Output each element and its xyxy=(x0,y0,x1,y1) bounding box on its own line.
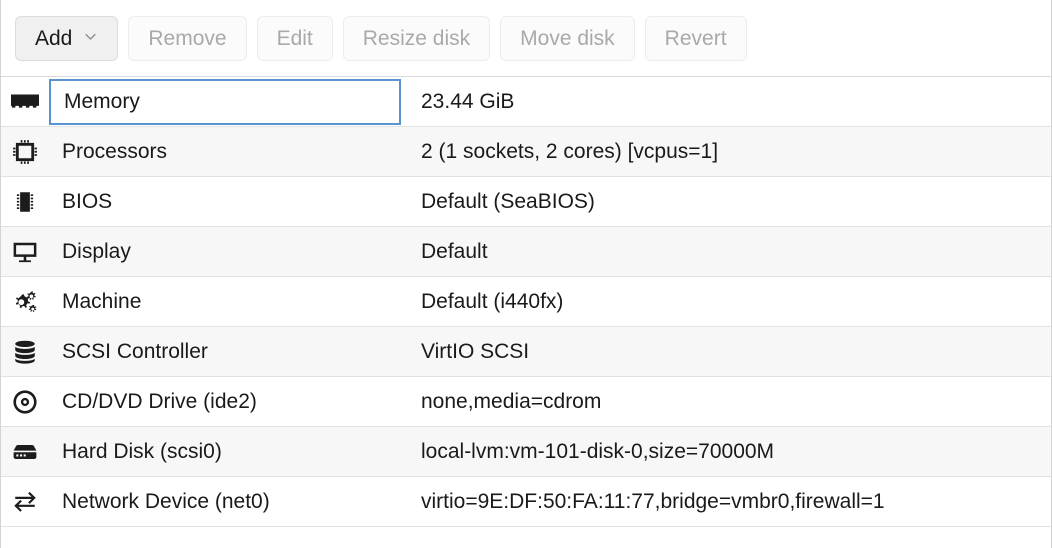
hardware-item-value[interactable]: Default (SeaBIOS) xyxy=(401,177,1051,227)
remove-button: Remove xyxy=(128,16,246,61)
hardware-list: Memory23.44 GiBProcessors2 (1 sockets, 2… xyxy=(1,77,1051,527)
chevron-down-icon xyxy=(83,29,98,44)
hard-disk-icon xyxy=(1,427,49,477)
cd-dvd-disc-icon xyxy=(1,377,49,427)
move-disk-button-label: Move disk xyxy=(520,28,615,49)
table-row[interactable]: DisplayDefault xyxy=(1,227,1051,277)
hardware-item-value[interactable]: Default (i440fx) xyxy=(401,277,1051,327)
hardware-item-value[interactable]: 2 (1 sockets, 2 cores) [vcpus=1] xyxy=(401,127,1051,177)
table-row[interactable]: Network Device (net0)virtio=9E:DF:50:FA:… xyxy=(1,477,1051,527)
hardware-item-label[interactable]: Processors xyxy=(49,127,401,177)
resize-disk-button: Resize disk xyxy=(343,16,490,61)
gears-machine-icon xyxy=(1,277,49,327)
resize-disk-button-label: Resize disk xyxy=(363,28,470,49)
hardware-item-label[interactable]: Hard Disk (scsi0) xyxy=(49,427,401,477)
hardware-item-label[interactable]: Network Device (net0) xyxy=(49,477,401,527)
hardware-item-label[interactable]: SCSI Controller xyxy=(49,327,401,377)
hardware-item-label[interactable]: CD/DVD Drive (ide2) xyxy=(49,377,401,427)
hardware-item-value[interactable]: Default xyxy=(401,227,1051,277)
hardware-item-value[interactable]: VirtIO SCSI xyxy=(401,327,1051,377)
memory-ram-icon xyxy=(1,77,49,127)
add-button-label: Add xyxy=(35,28,72,49)
bios-chip-icon xyxy=(1,177,49,227)
display-monitor-icon xyxy=(1,227,49,277)
hardware-item-value[interactable]: none,media=cdrom xyxy=(401,377,1051,427)
remove-button-label: Remove xyxy=(148,28,226,49)
hardware-toolbar: Add Remove Edit Resize disk Move disk Revert xyxy=(1,0,1051,77)
table-row[interactable]: BIOSDefault (SeaBIOS) xyxy=(1,177,1051,227)
edit-button-label: Edit xyxy=(277,28,313,49)
move-disk-button: Move disk xyxy=(500,16,635,61)
table-row[interactable]: CD/DVD Drive (ide2)none,media=cdrom xyxy=(1,377,1051,427)
cpu-chip-icon xyxy=(1,127,49,177)
table-row[interactable]: Processors2 (1 sockets, 2 cores) [vcpus=… xyxy=(1,127,1051,177)
hardware-item-value[interactable]: 23.44 GiB xyxy=(401,77,1051,127)
revert-button: Revert xyxy=(645,16,747,61)
table-row[interactable]: MachineDefault (i440fx) xyxy=(1,277,1051,327)
hardware-item-label[interactable]: Display xyxy=(49,227,401,277)
revert-button-label: Revert xyxy=(665,28,727,49)
table-row-partial xyxy=(1,527,1051,541)
edit-button: Edit xyxy=(257,16,333,61)
vm-hardware-panel: AddRemoveEditResize diskMove diskRevert … xyxy=(0,0,1052,548)
hardware-item-value[interactable]: local-lvm:vm-101-disk-0,size=70000M xyxy=(401,427,1051,477)
add-button[interactable]: Add xyxy=(15,16,118,61)
hardware-item-value[interactable]: virtio=9E:DF:50:FA:11:77,bridge=vmbr0,fi… xyxy=(401,477,1051,527)
scsi-stack-icon xyxy=(1,327,49,377)
table-row[interactable]: Hard Disk (scsi0)local-lvm:vm-101-disk-0… xyxy=(1,427,1051,477)
table-row[interactable]: SCSI ControllerVirtIO SCSI xyxy=(1,327,1051,377)
table-row[interactable]: Memory23.44 GiB xyxy=(1,77,1051,127)
network-arrows-icon xyxy=(1,477,49,527)
hardware-item-label[interactable]: BIOS xyxy=(49,177,401,227)
hardware-item-label[interactable]: Memory xyxy=(49,79,401,125)
hardware-item-label[interactable]: Machine xyxy=(49,277,401,327)
